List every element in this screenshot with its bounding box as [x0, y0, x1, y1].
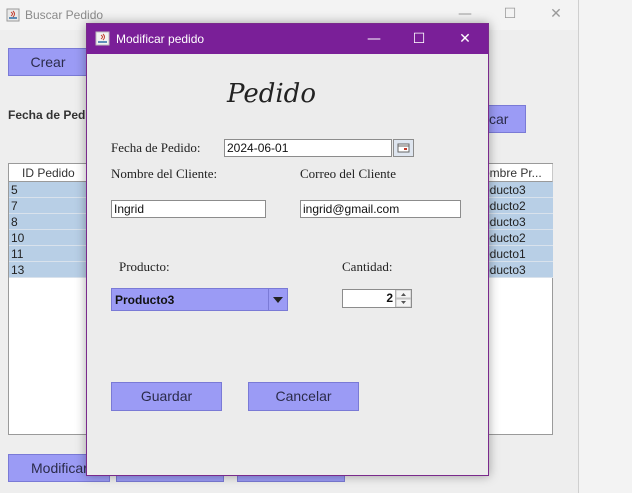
cancel-button[interactable]: Cancelar [248, 382, 359, 411]
date-label: Fecha de Pedido: [111, 140, 201, 155]
client-email-field[interactable]: ingrid@gmail.com [300, 200, 461, 218]
client-name-field[interactable]: Ingrid [111, 200, 266, 218]
quantity-label: Cantidad: [342, 259, 393, 274]
java-icon [95, 31, 110, 46]
calendar-button[interactable] [393, 139, 414, 157]
table-row[interactable]: oducto3 [479, 182, 553, 198]
quantity-value: 2 [386, 291, 393, 305]
client-name-label: Nombre del Cliente: [111, 166, 218, 181]
maximize-icon[interactable]: ☐ [500, 6, 520, 22]
create-button[interactable]: Crear [8, 48, 88, 76]
save-button[interactable]: Guardar [111, 382, 222, 411]
client-email-label: Correo del Cliente [300, 166, 397, 181]
date-field[interactable]: 2024-06-01 [224, 139, 392, 157]
java-icon [6, 8, 20, 22]
calendar-icon [397, 143, 410, 153]
dialog-titlebar: Modificar pedido — ☐ ✕ [87, 24, 488, 54]
table-row[interactable]: oducto3 [479, 262, 553, 278]
table-row[interactable]: 8 [9, 214, 89, 230]
page-title: Pedido [227, 79, 316, 109]
minimize-icon[interactable]: — [359, 28, 389, 50]
background-window-title: Buscar Pedido [25, 8, 104, 22]
table-row[interactable]: 10 [9, 230, 89, 246]
table-row[interactable]: oducto2 [479, 198, 553, 214]
minimize-icon[interactable]: — [455, 6, 475, 22]
table-row[interactable]: oducto3 [479, 214, 553, 230]
close-icon[interactable]: ✕ [546, 6, 566, 22]
stepper-buttons[interactable] [395, 289, 412, 308]
table-row[interactable]: 13 [9, 262, 89, 278]
close-icon[interactable]: ✕ [450, 28, 480, 50]
table-header-product[interactable]: ombre Pr... [479, 164, 553, 182]
quantity-stepper[interactable]: 2 [342, 289, 412, 308]
table-header-id[interactable]: ID Pedido [9, 164, 89, 182]
product-select-value: Producto3 [115, 293, 175, 307]
table-row[interactable]: 7 [9, 198, 89, 214]
table-row[interactable]: oducto2 [479, 230, 553, 246]
maximize-icon[interactable]: ☐ [404, 28, 434, 50]
chevron-down-icon[interactable] [268, 289, 287, 310]
table-row[interactable]: 11 [9, 246, 89, 262]
dialog-title: Modificar pedido [116, 32, 205, 46]
product-label: Producto: [119, 259, 170, 274]
product-select[interactable]: Producto3 [111, 288, 288, 311]
modify-order-dialog: Modificar pedido — ☐ ✕ Pedido Fecha de P… [86, 23, 489, 476]
table-row[interactable]: 5 [9, 182, 89, 198]
table-row[interactable]: oducto1 [479, 246, 553, 262]
